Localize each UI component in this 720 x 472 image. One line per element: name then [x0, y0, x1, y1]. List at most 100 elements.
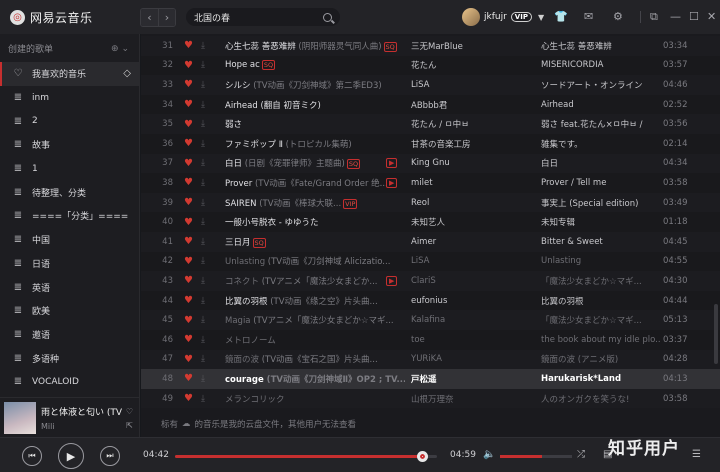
- progress-handle[interactable]: [417, 451, 429, 462]
- song-artist[interactable]: 三无MarBlue: [411, 40, 531, 52]
- heart-icon[interactable]: ♥: [184, 177, 193, 188]
- sidebar-playlist-item[interactable]: ≣ 待整理、分类: [0, 180, 139, 204]
- sidebar-playlist-item[interactable]: ≣ 故事: [0, 133, 139, 157]
- play-button[interactable]: ▶: [58, 443, 84, 469]
- back-button[interactable]: ‹: [141, 8, 158, 26]
- song-artist[interactable]: 花たん / ㅁ中ㅂ: [411, 118, 531, 130]
- share-icon[interactable]: ⇱: [126, 419, 133, 433]
- gear-icon[interactable]: ⚙: [613, 10, 623, 23]
- song-title[interactable]: コネクト (TVアニメ「魔法少女まどか...: [225, 275, 405, 287]
- heart-icon[interactable]: ♥: [184, 236, 193, 247]
- table-row[interactable]: 39 ♥ ⤓ SAIREN (TV动画《棒球大联... VIP Reol 事実上 (Spec…: [141, 192, 720, 213]
- now-playing-artist[interactable]: Mili: [41, 422, 129, 431]
- heart-icon[interactable]: ♥: [184, 119, 193, 130]
- song-artist[interactable]: Kalafina: [411, 315, 531, 325]
- song-artist[interactable]: ABbbb君: [411, 99, 531, 111]
- table-row[interactable]: 38 ♥ ⤓ Prover (TV动画《Fate/Grand Order 绝... ▶ m…: [141, 173, 720, 193]
- song-title[interactable]: 三日月 SQ: [225, 236, 405, 248]
- song-album[interactable]: 比翼の羽根: [541, 295, 661, 307]
- song-artist[interactable]: milet: [411, 178, 531, 188]
- song-album[interactable]: the book about my idle plo...: [541, 335, 661, 345]
- song-title[interactable]: 比翼の羽根 (TV动画《缘之空》片头曲...: [225, 295, 405, 307]
- sidebar-playlist-item[interactable]: ≣ 英语: [0, 275, 139, 299]
- song-title[interactable]: Unlasting (TV动画《刀剑神域 Alicizatio...: [225, 255, 405, 267]
- table-row[interactable]: 37 ♥ ⤓ 白日 (日剧《宠罪律师》主题曲) SQ ▶ King Gnu 白日 04:34: [141, 153, 720, 174]
- user-menu[interactable]: jkfujr VIP ▼: [462, 8, 544, 26]
- song-title[interactable]: Airhead (翻自 初音ミク): [225, 99, 405, 111]
- song-title[interactable]: Hope ac SQ: [225, 60, 405, 71]
- download-icon[interactable]: ⤓: [201, 276, 205, 286]
- table-row[interactable]: 34 ♥ ⤓ Airhead (翻自 初音ミク) ABbbb君 Airhead 02:52: [141, 94, 720, 115]
- album-cover[interactable]: [4, 401, 36, 434]
- heart-icon[interactable]: ♥: [184, 40, 193, 51]
- sidebar-playlist-item[interactable]: ≣ 中国: [0, 228, 139, 252]
- progress-bar[interactable]: [175, 451, 437, 462]
- download-icon[interactable]: ⤓: [201, 296, 205, 306]
- song-title[interactable]: courage (TV动画《刀剑神域Ⅱ》OP2 ; TV...: [225, 373, 405, 385]
- table-row[interactable]: 48 ♥ ⤓ courage (TV动画《刀剑神域Ⅱ》OP2 ; TV... 戸松遥 Ha…: [141, 369, 720, 389]
- song-album[interactable]: Bitter & Sweet: [541, 237, 661, 247]
- heart-icon[interactable]: ♥: [184, 256, 193, 267]
- song-album[interactable]: 人のオンガクを笑うな!: [541, 393, 661, 405]
- table-row[interactable]: 35 ♥ ⤓ 弱さ 花たん / ㅁ中ㅂ 弱さ feat.花たん×ㅁ中ㅂ /03:56: [141, 114, 720, 134]
- next-button[interactable]: ⏭: [100, 446, 120, 466]
- song-artist[interactable]: LiSA: [411, 256, 531, 266]
- song-album[interactable]: 「魔法少女まどか☆マギ...: [541, 314, 661, 326]
- song-artist[interactable]: 花たん: [411, 59, 531, 71]
- song-album[interactable]: Unlasting: [541, 256, 661, 266]
- heart-icon[interactable]: ♥: [184, 373, 193, 384]
- song-album[interactable]: 弱さ feat.花たん×ㅁ中ㅂ /: [541, 118, 661, 130]
- table-row[interactable]: 47 ♥ ⤓ 鏡面の波 (TV动画《宝石之国》片头曲... YURiKA 鏡面の波 (アニ…: [141, 349, 720, 370]
- song-album[interactable]: 鏡面の波 (アニメ版): [541, 353, 661, 365]
- download-icon[interactable]: ⤓: [201, 256, 205, 266]
- song-album[interactable]: ソードアート・オンライン: [541, 79, 661, 91]
- song-artist[interactable]: 甘茶の音楽工房: [411, 138, 531, 150]
- download-icon[interactable]: ⤓: [201, 80, 205, 90]
- song-title[interactable]: 心生七蕊 善恶难辨 (阴阳师器灵气同人曲) SQ: [225, 40, 405, 52]
- mini-mode-icon[interactable]: ⧉: [650, 10, 658, 24]
- table-row[interactable]: 43 ♥ ⤓ コネクト (TVアニメ「魔法少女まどか... ▶ ClariS 「魔法少女まど…: [141, 271, 720, 291]
- song-artist[interactable]: LiSA: [411, 80, 531, 90]
- sidebar-playlist-item[interactable]: ≣ ====「分类」====: [0, 204, 139, 228]
- song-title[interactable]: Prover (TV动画《Fate/Grand Order 绝...: [225, 177, 405, 189]
- search-icon[interactable]: [323, 12, 332, 22]
- app-logo[interactable]: ◎ 网易云音乐: [0, 9, 140, 26]
- song-title[interactable]: シルシ (TV动画《刀剑神域》第二季ED3): [225, 79, 405, 91]
- now-playing-title[interactable]: 雨と体液と匂い (TV: [41, 405, 129, 418]
- download-icon[interactable]: ⤓: [201, 374, 205, 384]
- download-icon[interactable]: ⤓: [201, 100, 205, 110]
- song-album[interactable]: 白日: [541, 157, 661, 169]
- song-artist[interactable]: toe: [411, 335, 531, 345]
- song-title[interactable]: 弱さ: [225, 118, 405, 130]
- forward-button[interactable]: ›: [158, 8, 175, 26]
- heart-outline-icon[interactable]: ♡: [126, 405, 133, 419]
- heart-icon[interactable]: ♥: [184, 217, 193, 228]
- heart-icon[interactable]: ♥: [184, 138, 193, 149]
- song-album[interactable]: Harukarisk*Land: [541, 374, 661, 384]
- sidebar-playlist-item[interactable]: ≣ 日语: [0, 252, 139, 276]
- song-album[interactable]: 雑集です。: [541, 138, 661, 150]
- download-icon[interactable]: ⤓: [201, 315, 205, 325]
- minimize-icon[interactable]: —: [670, 10, 681, 23]
- download-icon[interactable]: ⤓: [201, 335, 205, 345]
- skin-icon[interactable]: 👕: [554, 10, 568, 23]
- table-row[interactable]: 41 ♥ ⤓ 三日月 SQ Aimer Bitter & Sweet 04:45: [141, 232, 720, 252]
- download-icon[interactable]: ⤓: [201, 139, 205, 149]
- table-row[interactable]: 46 ♥ ⤓ メトロノーム toe the book about my idle plo.…: [141, 330, 720, 350]
- sidebar-playlist-item[interactable]: ≣ VOCALOID: [0, 370, 139, 394]
- now-playing-panel[interactable]: 雨と体液と匂い (TV Mili ♡ ⇱: [0, 397, 140, 437]
- song-album[interactable]: MISERICORDIA: [541, 60, 661, 70]
- download-icon[interactable]: ⤓: [201, 198, 205, 208]
- sidebar-playlist-item[interactable]: ≣ 1: [0, 157, 139, 181]
- song-album[interactable]: Prover / Tell me: [541, 178, 661, 188]
- download-icon[interactable]: ⤓: [201, 158, 205, 168]
- heart-icon[interactable]: ♥: [184, 393, 193, 404]
- heart-icon[interactable]: ♥: [184, 334, 193, 345]
- song-artist[interactable]: ClariS: [411, 276, 531, 286]
- heart-icon[interactable]: ♥: [184, 354, 193, 365]
- download-icon[interactable]: ⤓: [201, 217, 205, 227]
- song-title[interactable]: メランコリック: [225, 393, 405, 405]
- table-row[interactable]: 36 ♥ ⤓ ファミポップ Ⅱ (トロピカル集萌) 甘茶の音楽工房 雑集です。 02:14: [141, 134, 720, 154]
- song-title[interactable]: SAIREN (TV动画《棒球大联... VIP: [225, 197, 405, 209]
- add-playlist-icon[interactable]: ⊕ ⌄: [111, 44, 129, 54]
